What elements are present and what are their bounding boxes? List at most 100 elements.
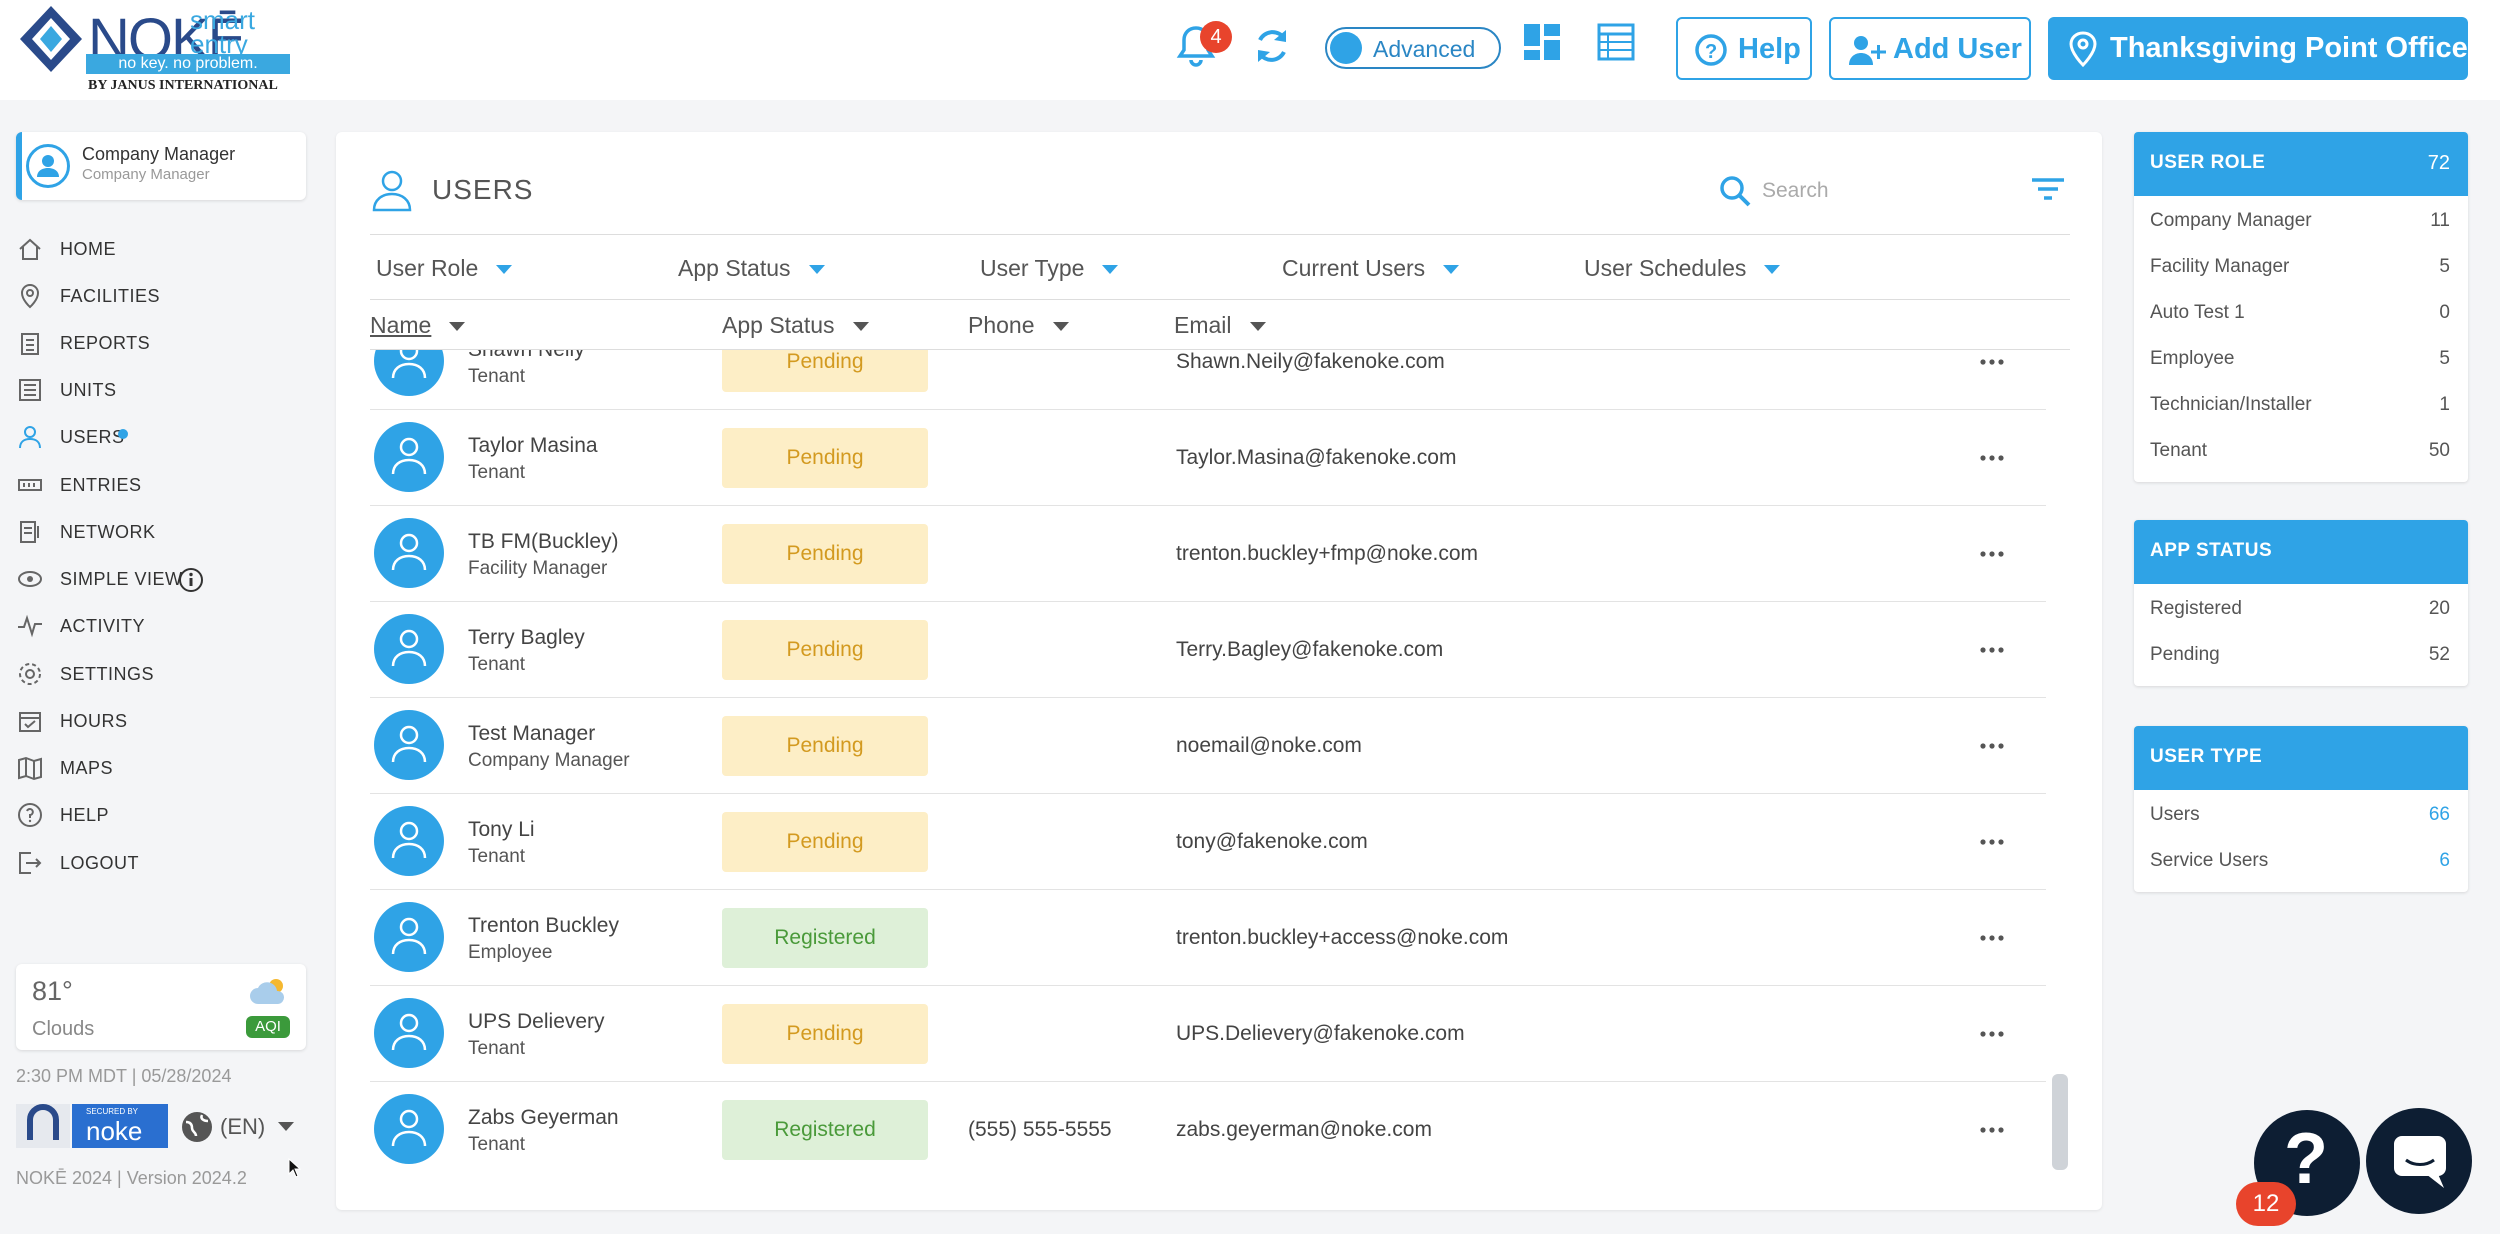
column-app-status[interactable]: App Status xyxy=(722,312,869,339)
globe-icon xyxy=(182,1112,212,1142)
table-row[interactable]: Terry Bagley Tenant Pending Terry.Bagley@fa… xyxy=(370,602,2046,698)
chevron-down-icon xyxy=(1052,322,1069,332)
table-scrollbar[interactable] xyxy=(2052,1074,2068,1170)
sidebar-item-reports[interactable]: REPORTS xyxy=(16,325,306,361)
sidebar-item-maps[interactable]: MAPS xyxy=(16,750,306,786)
help-button[interactable]: ? Help xyxy=(1676,17,1812,80)
sidebar-item-help[interactable]: HELP xyxy=(16,797,306,833)
sidebar-item-simple-view[interactable]: SIMPLE VIEW xyxy=(16,561,306,597)
search-input[interactable] xyxy=(1762,174,2012,208)
filter-user-type[interactable]: User Type xyxy=(980,255,1119,282)
app-status-stat-row[interactable]: Pending 52 xyxy=(2134,630,2468,676)
user-role: Tenant xyxy=(468,846,526,867)
more-options-icon[interactable] xyxy=(1980,734,2020,758)
user-name[interactable]: Tony Li xyxy=(468,818,535,842)
stat-value: 5 xyxy=(2439,256,2450,277)
sidebar-item-home[interactable]: HOME xyxy=(16,231,306,267)
sidebar-item-logout[interactable]: LOGOUT xyxy=(16,845,306,881)
table-row[interactable]: TB FM(Buckley) Facility Manager Pending tre… xyxy=(370,506,2046,602)
user-role-stat-row[interactable]: Company Manager 11 xyxy=(2134,196,2468,242)
notification-badge: 4 xyxy=(1200,21,1232,53)
more-options-icon[interactable] xyxy=(1980,350,2020,374)
stat-value: 5 xyxy=(2439,348,2450,369)
sidebar-item-users[interactable]: USERS xyxy=(16,419,306,455)
user-name[interactable]: Zabs Geyerman xyxy=(468,1106,619,1130)
user-type-stat-row[interactable]: Service Users 6 xyxy=(2134,836,2468,882)
sidebar-item-label: FACILITIES xyxy=(60,286,161,306)
app-status-title: APP STATUS xyxy=(2150,540,2273,561)
app-status-stat-row[interactable]: Registered 20 xyxy=(2134,584,2468,630)
sidebar-item-label: UNITS xyxy=(60,380,117,400)
user-name[interactable]: Terry Bagley xyxy=(468,626,585,650)
user-role-stat-row[interactable]: Tenant 50 xyxy=(2134,426,2468,472)
aqi-badge[interactable]: AQI xyxy=(246,1016,290,1038)
user-role: Tenant xyxy=(468,1134,526,1155)
table-row[interactable]: Taylor Masina Tenant Pending Taylor.Masina@… xyxy=(370,410,2046,506)
column-email[interactable]: Email xyxy=(1174,312,1266,339)
search-icon[interactable] xyxy=(1718,174,1752,208)
filter-current-users[interactable]: Current Users xyxy=(1282,255,1460,282)
more-options-icon[interactable] xyxy=(1980,638,2020,662)
sidebar-item-units[interactable]: UNITS xyxy=(16,372,306,408)
filter-user-schedules[interactable]: User Schedules xyxy=(1584,255,1781,282)
avatar xyxy=(374,422,444,492)
user-phone: (555) 555-5555 xyxy=(968,1118,1112,1141)
table-row[interactable]: Trenton Buckley Employee Registered trenton… xyxy=(370,890,2046,986)
filter-user-role[interactable]: User Role xyxy=(376,255,513,282)
add-user-button[interactable]: Add User xyxy=(1829,17,2031,80)
sidebar-item-settings[interactable]: SETTINGS xyxy=(16,656,306,692)
stat-value: 50 xyxy=(2428,440,2450,461)
more-options-icon[interactable] xyxy=(1980,830,2020,854)
chat-button[interactable] xyxy=(2366,1108,2472,1214)
user-role: Employee xyxy=(468,942,553,963)
calendar-icon xyxy=(19,712,41,732)
user-role-header[interactable]: USER ROLE 72 xyxy=(2134,132,2468,196)
noke-logo[interactable]: NOKĒ smart entry no key. no problem. BY … xyxy=(18,4,290,94)
more-options-icon[interactable] xyxy=(1980,1022,2020,1046)
user-name[interactable]: Taylor Masina xyxy=(468,434,598,458)
user-type-stat-row[interactable]: Users 66 xyxy=(2134,790,2468,836)
sidebar-item-entries[interactable]: ENTRIES xyxy=(16,467,306,503)
user-name[interactable]: TB FM(Buckley) xyxy=(468,530,619,554)
refresh-icon[interactable] xyxy=(1250,22,1298,70)
more-options-icon[interactable] xyxy=(1980,542,2020,566)
language-selector[interactable]: (EN) xyxy=(180,1106,300,1146)
user-email: Terry.Bagley@fakenoke.com xyxy=(1176,638,1444,661)
info-icon[interactable] xyxy=(178,567,204,593)
user-role-stat-row[interactable]: Technician/Installer 1 xyxy=(2134,380,2468,426)
advanced-mode-toggle[interactable]: Advanced xyxy=(1325,27,1501,69)
user-type-header[interactable]: USER TYPE xyxy=(2134,726,2468,790)
user-name[interactable]: Trenton Buckley xyxy=(468,914,619,938)
column-phone[interactable]: Phone xyxy=(968,312,1069,339)
table-row[interactable]: UPS Delievery Tenant Pending UPS.Delievery@… xyxy=(370,986,2046,1082)
user-role-stat-row[interactable]: Auto Test 1 0 xyxy=(2134,288,2468,334)
user-name[interactable]: UPS Delievery xyxy=(468,1010,605,1034)
profile-card[interactable]: Company Manager Company Manager xyxy=(16,132,306,200)
column-name[interactable]: Name xyxy=(370,312,466,339)
table-view-icon[interactable] xyxy=(1596,22,1644,70)
user-icon xyxy=(391,1109,427,1147)
sidebar-item-network[interactable]: NETWORK xyxy=(16,514,306,550)
user-name[interactable]: Shawn Neily xyxy=(468,350,585,362)
sidebar-item-facilities[interactable]: FACILITIES xyxy=(16,278,306,314)
facility-selector-button[interactable]: Thanksgiving Point Office xyxy=(2048,17,2468,80)
user-role-stat-row[interactable]: Facility Manager 5 xyxy=(2134,242,2468,288)
more-options-icon[interactable] xyxy=(1980,1118,2020,1142)
filter-icon[interactable] xyxy=(2030,174,2066,206)
table-row[interactable]: Zabs Geyerman Tenant Registered (555) 555-5… xyxy=(370,1082,2046,1176)
user-icon xyxy=(391,350,427,379)
more-options-icon[interactable] xyxy=(1980,926,2020,950)
filter-app-status[interactable]: App Status xyxy=(678,255,825,282)
table-row[interactable]: Test Manager Company Manager Pending noemai… xyxy=(370,698,2046,794)
table-row[interactable]: Tony Li Tenant Pending tony@fakenoke.com xyxy=(370,794,2046,890)
sidebar-item-hours[interactable]: HOURS xyxy=(16,703,306,739)
sidebar-item-activity[interactable]: ACTIVITY xyxy=(16,608,306,644)
app-status-header[interactable]: APP STATUS xyxy=(2134,520,2468,584)
more-options-icon[interactable] xyxy=(1980,446,2020,470)
table-header: Name App Status Phone Email xyxy=(370,300,2070,350)
profile-role: Company Manager xyxy=(82,166,210,183)
dashboard-grid-icon[interactable] xyxy=(1522,22,1570,70)
user-name[interactable]: Test Manager xyxy=(468,722,595,746)
user-role-stat-row[interactable]: Employee 5 xyxy=(2134,334,2468,380)
table-row[interactable]: Shawn Neily Tenant Pending Shawn.Neily@fake… xyxy=(370,350,2046,410)
